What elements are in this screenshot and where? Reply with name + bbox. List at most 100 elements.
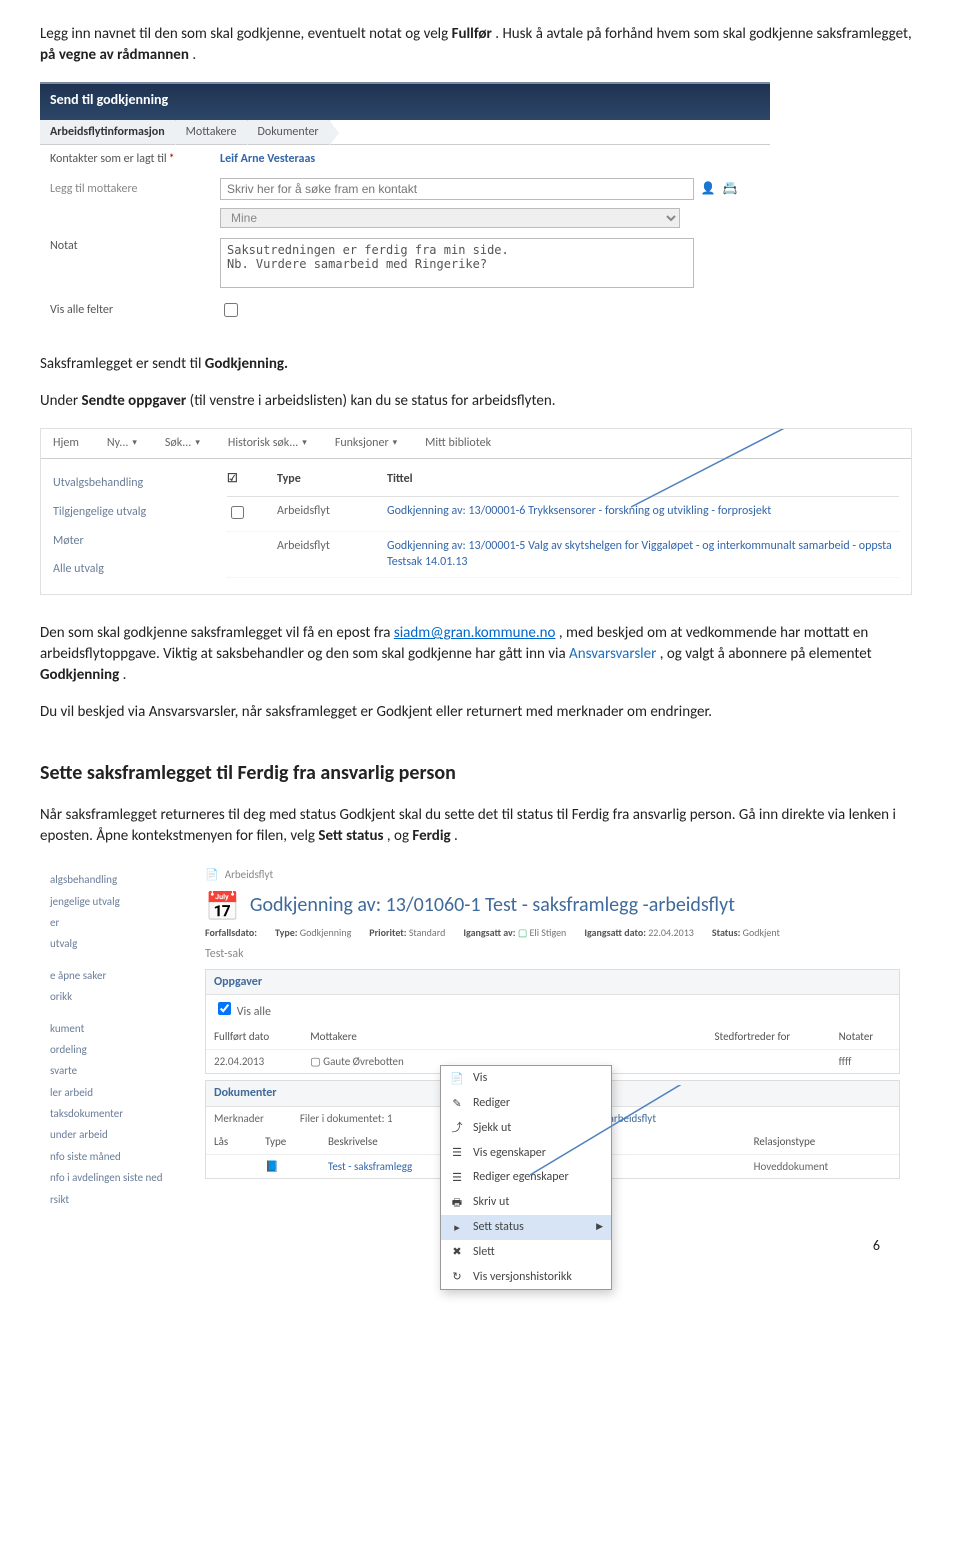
th-las: Lås [206,1130,257,1154]
sidebar-tilgjengelige[interactable]: Tilgjengelige utvalg [53,498,203,527]
side-item[interactable]: ordeling [50,1039,185,1060]
tab-mottakere[interactable]: Mottakere [176,120,248,145]
menu-sok[interactable]: Søk...▾ [165,435,200,452]
row-type: Arbeidsflyt [277,538,387,555]
view-icon: 📄 [449,1071,465,1087]
left-nav-cropped: algsbehandling jengelige utvalg er utval… [40,863,195,1216]
td-mottaker: ▢ Gaute Øvrebotten [302,1049,450,1073]
text-bold: Fullfør [452,25,492,43]
paragraph-1: Legg inn navnet til den som skal godkjen… [40,24,920,66]
kontakter-label: Kontakter som er lagt til* [50,151,220,168]
status-icon: ▸ [449,1219,465,1235]
notat-label: Notat [50,238,220,255]
vis-alle-checkbox[interactable] [218,1002,231,1015]
ctx-versjonshistorikk[interactable]: ↻Vis versjonshistorikk [441,1265,611,1290]
side-item[interactable]: kument [50,1018,185,1039]
arrow-line [395,190,515,230]
paragraph-2: Saksframlegget er sendt til Godkjenning. [40,354,920,375]
side-item[interactable]: ler arbeid [50,1082,185,1103]
ctx-settstatus[interactable]: ▸Sett status▶ [441,1215,611,1240]
editprops-icon: ☰ [449,1170,465,1186]
screenshot-godkjenning-detail: algsbehandling jengelige utvalg er utval… [40,863,910,1216]
testsak-label: Test-sak [205,946,900,963]
arrow-line [601,429,841,509]
ctx-skrivut[interactable]: 🖶Skriv ut [441,1190,611,1215]
arrow-line [530,1085,730,1185]
side-item[interactable]: e åpne saker [50,965,185,986]
vis-alle-felter-checkbox[interactable] [224,303,238,317]
screenshot-arbeidsliste: Hjem Ny...▾ Søk...▾ Historisk søk...▾ Fu… [40,428,912,595]
kontakter-value: Leif Arne Vesteraas [220,151,315,168]
side-item[interactable]: orikk [50,986,185,1007]
leggtil-label: Legg til mottakere [50,181,220,198]
chevron-right-icon: ▶ [596,1221,603,1234]
text: . [192,46,196,64]
th-mottakere: Mottakere [302,1025,450,1049]
breadcrumb: 📄 Arbeidsflyt [205,867,900,882]
delete-icon: ✖ [449,1244,465,1260]
td-relasjon: Hoveddokument [746,1154,899,1178]
th-fullfort: Fullført dato [206,1025,302,1049]
notat-textarea[interactable]: Saksutredningen er ferdig fra min side. … [220,238,694,288]
col-checkbox: ☑ [227,471,277,488]
th-stedfortreder: Stedfortreder for [706,1025,830,1049]
td-notater: ffff [831,1049,899,1073]
menu-hjem[interactable]: Hjem [53,435,79,452]
text: Legg inn navnet til den som skal godkjen… [40,25,452,43]
box-header-oppgaver: Oppgaver [206,970,899,996]
document-icon: 📄 [205,867,219,882]
tabs: Arbeidsflytinformasjon Mottakere Dokumen… [40,120,770,146]
document-title: Godkjenning av: 13/01060-1 Test - saksfr… [250,891,735,919]
paragraph-4: Den som skal godkjenne saksframlegget vi… [40,623,920,686]
email-link[interactable]: siadm@gran.kommune.no [394,624,556,642]
side-item[interactable]: under arbeid [50,1124,185,1145]
side-item[interactable]: er [50,912,185,933]
addressbook-icon[interactable]: 📇 [722,181,738,197]
th-type: Type [257,1130,320,1154]
th-notater: Notater [831,1025,899,1049]
tab-arbeidsflytinformasjon[interactable]: Arbeidsflytinformasjon [40,120,176,145]
edit-icon: ✎ [449,1095,465,1111]
chevron-down-icon: ▾ [393,437,398,450]
required-star: * [169,152,175,166]
word-icon: 📘 [257,1154,320,1178]
sidebar-moter[interactable]: Møter [53,527,203,556]
col-type: Type [277,471,387,488]
chevron-down-icon: ▾ [195,437,200,450]
link-ansvarsvarsler: Ansvarsvarsler [569,645,656,663]
menu-historisk[interactable]: Historisk søk...▾ [228,435,307,452]
col-tittel: Tittel [387,471,413,488]
filer-label: Filer i dokumentet: 1 [300,1111,393,1126]
paragraph-5: Du vil beskjed via Ansvarsvarsler, når s… [40,702,920,723]
side-item[interactable]: svarte [50,1060,185,1081]
side-item[interactable]: utvalg [50,933,185,954]
paragraph-3: Under Sendte oppgaver (til venstre i arb… [40,391,920,412]
ctx-slett[interactable]: ✖Slett [441,1240,611,1265]
history-icon: ↻ [449,1269,465,1285]
screenshot-send-godkjenning: Send til godkjenning Arbeidsflytinformas… [40,82,770,326]
vis-alle-label: Vis alle [237,1005,271,1019]
side-item[interactable]: algsbehandling [50,869,185,890]
calendar-icon: 📅 [205,887,240,926]
row-checkbox[interactable] [231,506,244,519]
side-item[interactable]: nfo siste måned [50,1146,185,1167]
th-relasjon: Relasjonstype [746,1130,899,1154]
side-item[interactable]: taksdokumenter [50,1103,185,1124]
menu-ny[interactable]: Ny...▾ [107,435,137,452]
menu-bibliotek[interactable]: Mitt bibliotek [425,435,491,452]
side-item[interactable]: jengelige utvalg [50,891,185,912]
paragraph-6: Når saksframlegget returneres til deg me… [40,805,920,847]
section-heading: Sette saksframlegget til Ferdig fra ansv… [40,759,920,787]
side-item[interactable]: nfo i avdelingen siste ned [50,1167,185,1188]
tab-dokumenter[interactable]: Dokumenter [248,120,330,145]
row-title-link[interactable]: Godkjenning av: 13/00001-5 Valg av skyts… [387,538,892,572]
menu-funksjoner[interactable]: Funksjoner▾ [335,435,397,452]
chevron-down-icon: ▾ [302,437,307,450]
text: . Husk å avtale på forhånd hvem som skal… [495,25,912,43]
side-item[interactable]: rsikt [50,1189,185,1210]
text-bold: på vegne av rådmannen [40,46,189,64]
properties-icon: ☰ [449,1145,465,1161]
person-icon[interactable]: 👤 [700,181,716,197]
sidebar-alle[interactable]: Alle utvalg [53,555,203,584]
sidebar: Utvalgsbehandling Tilgjengelige utvalg M… [41,459,215,594]
